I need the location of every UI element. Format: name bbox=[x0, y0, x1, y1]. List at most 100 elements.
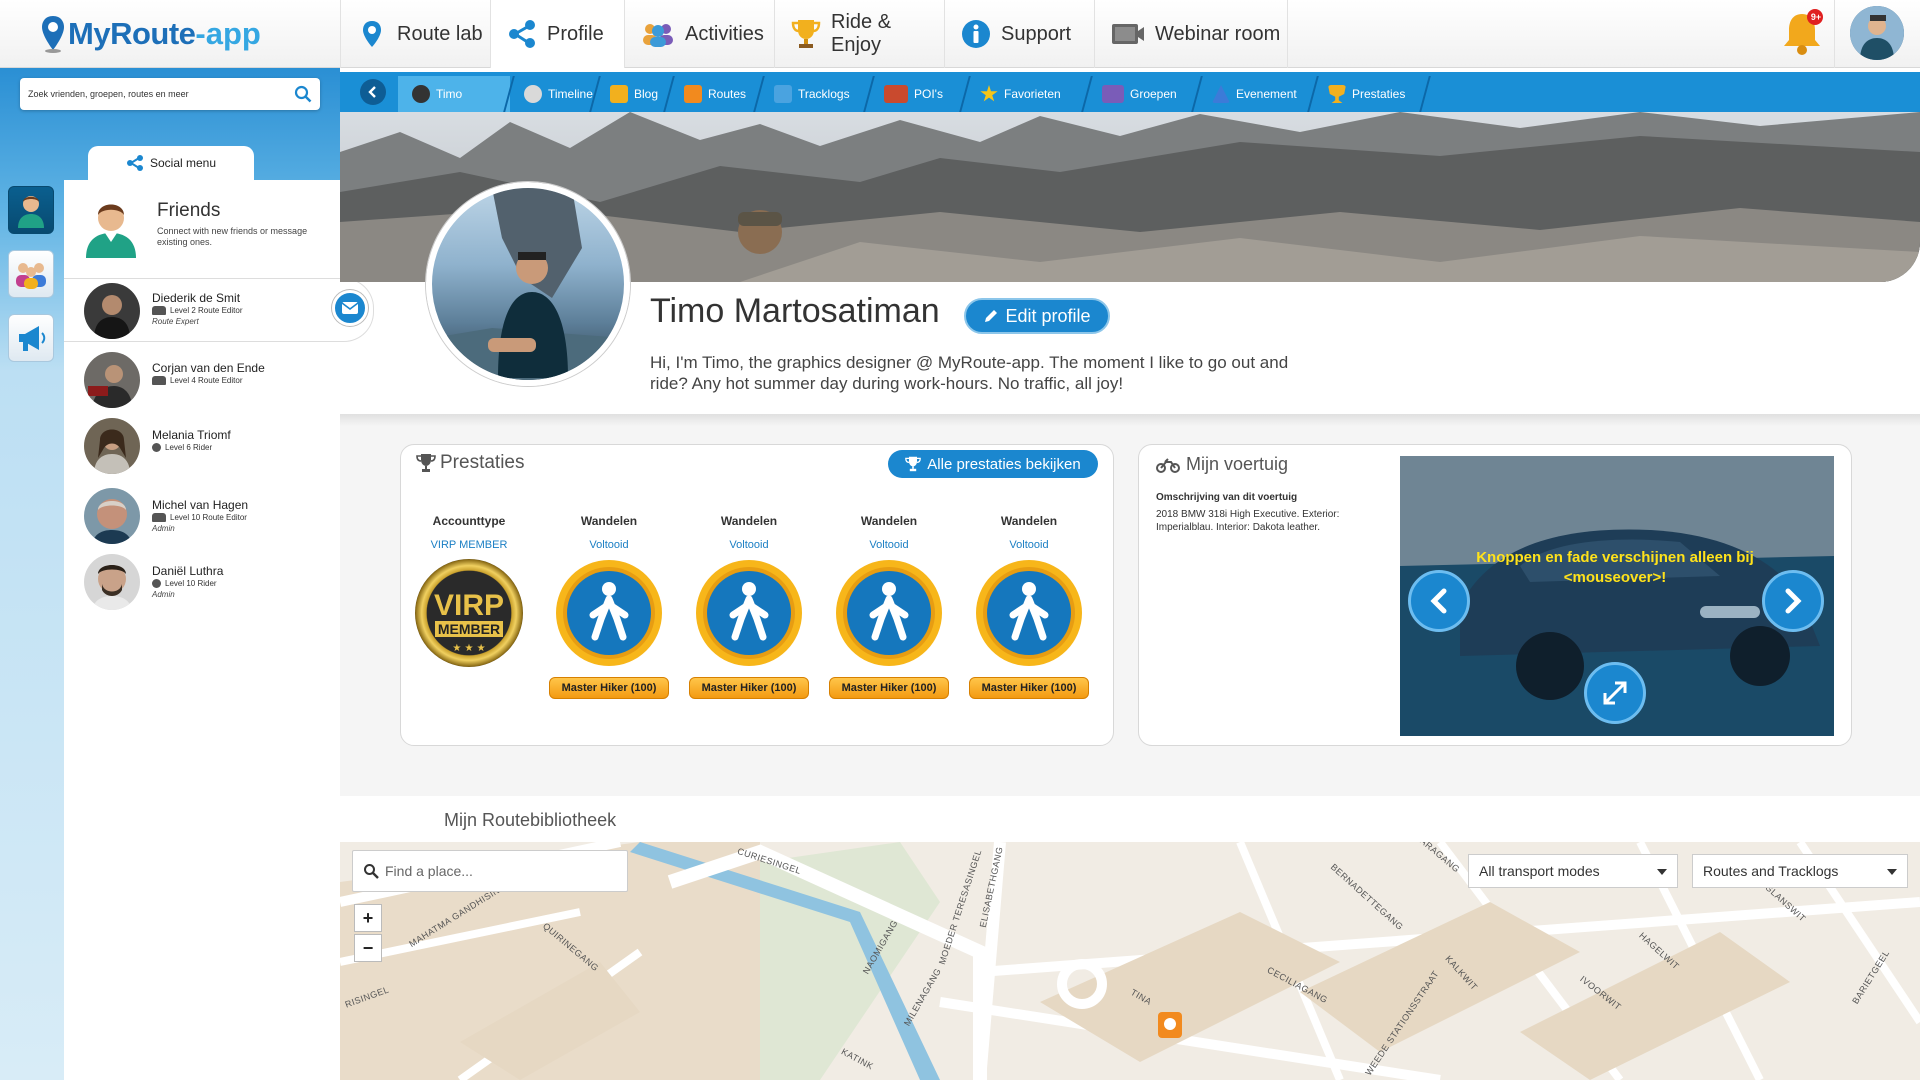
badge-category: Wandelen bbox=[860, 514, 918, 528]
people-icon bbox=[641, 19, 675, 49]
badge-label: Master Hiker (100) bbox=[969, 677, 1089, 699]
tab-favorieten[interactable]: Favorieten bbox=[966, 76, 1093, 112]
friend-level-text: Level 10 Route Editor bbox=[170, 513, 247, 522]
top-navigation: MyRoute -app Route lab Profile Activities… bbox=[0, 0, 1920, 68]
friend-item[interactable]: Melania Triomf Level 6 Rider bbox=[64, 414, 340, 478]
transport-mode-value: All transport modes bbox=[1479, 863, 1600, 879]
event-icon bbox=[1212, 85, 1230, 103]
profile-photo[interactable] bbox=[426, 182, 630, 386]
tab-label: Routes bbox=[708, 87, 747, 101]
achievement-badge[interactable]: Wandelen Voltooid Master Hiker (100) bbox=[824, 514, 954, 699]
edit-profile-button[interactable]: Edit profile bbox=[964, 298, 1110, 334]
footprints-icon bbox=[774, 85, 792, 103]
zoom-out-button[interactable]: − bbox=[354, 934, 382, 962]
tab-tracklogs[interactable]: Tracklogs bbox=[760, 76, 875, 112]
friend-item[interactable]: Daniël Luthra Level 10 Rider Admin bbox=[64, 550, 340, 614]
friend-role: Admin bbox=[152, 590, 175, 599]
logo-text: MyRoute bbox=[68, 16, 196, 51]
friend-level: Level 2 Route Editor bbox=[152, 306, 243, 315]
tab-prestaties[interactable]: Prestaties bbox=[1314, 76, 1431, 112]
profile-name: Timo Martosatiman bbox=[650, 292, 940, 330]
logo-pin-icon bbox=[42, 16, 64, 53]
vehicle-prev-button[interactable] bbox=[1408, 570, 1470, 632]
badge-status: Voltooid bbox=[1009, 539, 1049, 551]
badge-status: Voltooid bbox=[589, 539, 629, 551]
badge-label: Master Hiker (100) bbox=[829, 677, 949, 699]
achievement-badge[interactable]: Accounttype VIRP MEMBER VIRP MEMBER ★ ★ … bbox=[404, 514, 534, 667]
friends-side-button[interactable] bbox=[8, 186, 54, 234]
achievement-badge[interactable]: Wandelen Voltooid Master Hiker (100) bbox=[964, 514, 1094, 699]
social-menu-tab[interactable]: Social menu bbox=[88, 146, 254, 180]
friend-item[interactable]: Corjan van den Ende Level 4 Route Editor bbox=[64, 346, 340, 410]
zoom-in-button[interactable]: + bbox=[354, 904, 382, 932]
tab-timeline[interactable]: Timeline bbox=[510, 76, 601, 112]
achievement-badge[interactable]: Wandelen Voltooid Master Hiker (100) bbox=[684, 514, 814, 699]
person-icon bbox=[18, 196, 44, 228]
tab-evenement[interactable]: Evenement bbox=[1198, 76, 1319, 112]
share-icon bbox=[126, 155, 143, 171]
friend-item[interactable]: Diederik de Smit Level 2 Route Editor Ro… bbox=[64, 278, 374, 342]
vehicle-description: 2018 BMW 318i High Executive. Exterior: … bbox=[1156, 509, 1340, 533]
tab-timo[interactable]: Timo bbox=[398, 76, 515, 112]
tab-label: Favorieten bbox=[1004, 87, 1061, 101]
place-search-box bbox=[352, 850, 628, 892]
friend-level: Level 6 Rider bbox=[152, 443, 212, 452]
announcements-side-button[interactable] bbox=[8, 314, 54, 362]
person-icon bbox=[86, 204, 136, 258]
expand-icon bbox=[1603, 681, 1627, 705]
tab-blog[interactable]: Blog bbox=[596, 76, 675, 112]
friend-avatar bbox=[84, 488, 140, 544]
virp-member-badge: VIRP MEMBER ★ ★ ★ bbox=[415, 559, 523, 667]
nav-ride-enjoy[interactable]: Ride & Enjoy bbox=[774, 0, 944, 68]
social-side-icons bbox=[8, 186, 56, 378]
friend-level: Level 4 Route Editor bbox=[152, 376, 243, 385]
friend-name: Corjan van den Ende bbox=[152, 361, 265, 375]
prestaties-title-text: Prestaties bbox=[440, 452, 525, 473]
friend-item[interactable]: Michel van Hagen Level 10 Route Editor A… bbox=[64, 484, 340, 548]
friend-role: Route Expert bbox=[152, 317, 199, 326]
user-avatar[interactable] bbox=[1850, 6, 1904, 60]
tab-label: Evenement bbox=[1236, 87, 1297, 101]
all-achievements-label: Alle prestaties bekijken bbox=[927, 455, 1081, 473]
friend-name: Melania Triomf bbox=[152, 428, 231, 442]
chevron-left-icon bbox=[1430, 588, 1447, 614]
motorcycle-icon bbox=[152, 513, 166, 522]
nav-webinar-room[interactable]: Webinar room bbox=[1094, 0, 1288, 68]
place-search-input[interactable] bbox=[385, 851, 615, 891]
nav-label: Activities bbox=[685, 22, 764, 45]
search-icon[interactable] bbox=[294, 85, 312, 103]
groups-side-button[interactable] bbox=[8, 250, 54, 298]
prestaties-title: Prestaties bbox=[416, 452, 524, 474]
tab-label: Groepen bbox=[1130, 87, 1177, 101]
badge-category: Wandelen bbox=[580, 514, 638, 528]
achievement-badge[interactable]: Wandelen Voltooid Master Hiker (100) bbox=[544, 514, 674, 699]
subnav-back-button[interactable] bbox=[360, 79, 386, 105]
transport-mode-select[interactable]: All transport modes bbox=[1468, 854, 1678, 888]
route-type-select[interactable]: Routes and Tracklogs bbox=[1692, 854, 1908, 888]
map-pin-icon bbox=[357, 19, 387, 49]
badge-category: Wandelen bbox=[1000, 514, 1058, 528]
tab-groepen[interactable]: Groepen bbox=[1088, 76, 1203, 112]
all-achievements-button[interactable]: Alle prestaties bekijken bbox=[888, 450, 1098, 478]
nav-activities[interactable]: Activities bbox=[624, 0, 774, 68]
friend-name: Daniël Luthra bbox=[152, 564, 224, 578]
tab-pois[interactable]: POI's bbox=[870, 76, 971, 112]
section-divider bbox=[340, 414, 1920, 426]
vehicle-fullscreen-button[interactable] bbox=[1584, 662, 1646, 724]
tab-label: Prestaties bbox=[1352, 87, 1406, 101]
notifications-button[interactable]: 9+ bbox=[1778, 8, 1826, 58]
tab-label: Timo bbox=[436, 87, 463, 101]
nav-support[interactable]: Support bbox=[944, 0, 1094, 68]
badge-status: Voltooid bbox=[729, 539, 769, 551]
vehicle-next-button[interactable] bbox=[1762, 570, 1824, 632]
nav-profile[interactable]: Profile bbox=[490, 0, 624, 68]
tab-routes[interactable]: Routes bbox=[670, 76, 765, 112]
search-input[interactable] bbox=[28, 78, 278, 110]
poi-icon bbox=[884, 85, 908, 103]
friend-name: Diederik de Smit bbox=[152, 291, 241, 305]
svg-text:★ ★ ★: ★ ★ ★ bbox=[452, 643, 485, 654]
nav-route-lab[interactable]: Route lab bbox=[340, 0, 490, 68]
message-button[interactable] bbox=[332, 290, 368, 326]
app-logo[interactable]: MyRoute -app bbox=[40, 12, 261, 56]
badge-medal-text: MEMBER bbox=[438, 621, 500, 637]
